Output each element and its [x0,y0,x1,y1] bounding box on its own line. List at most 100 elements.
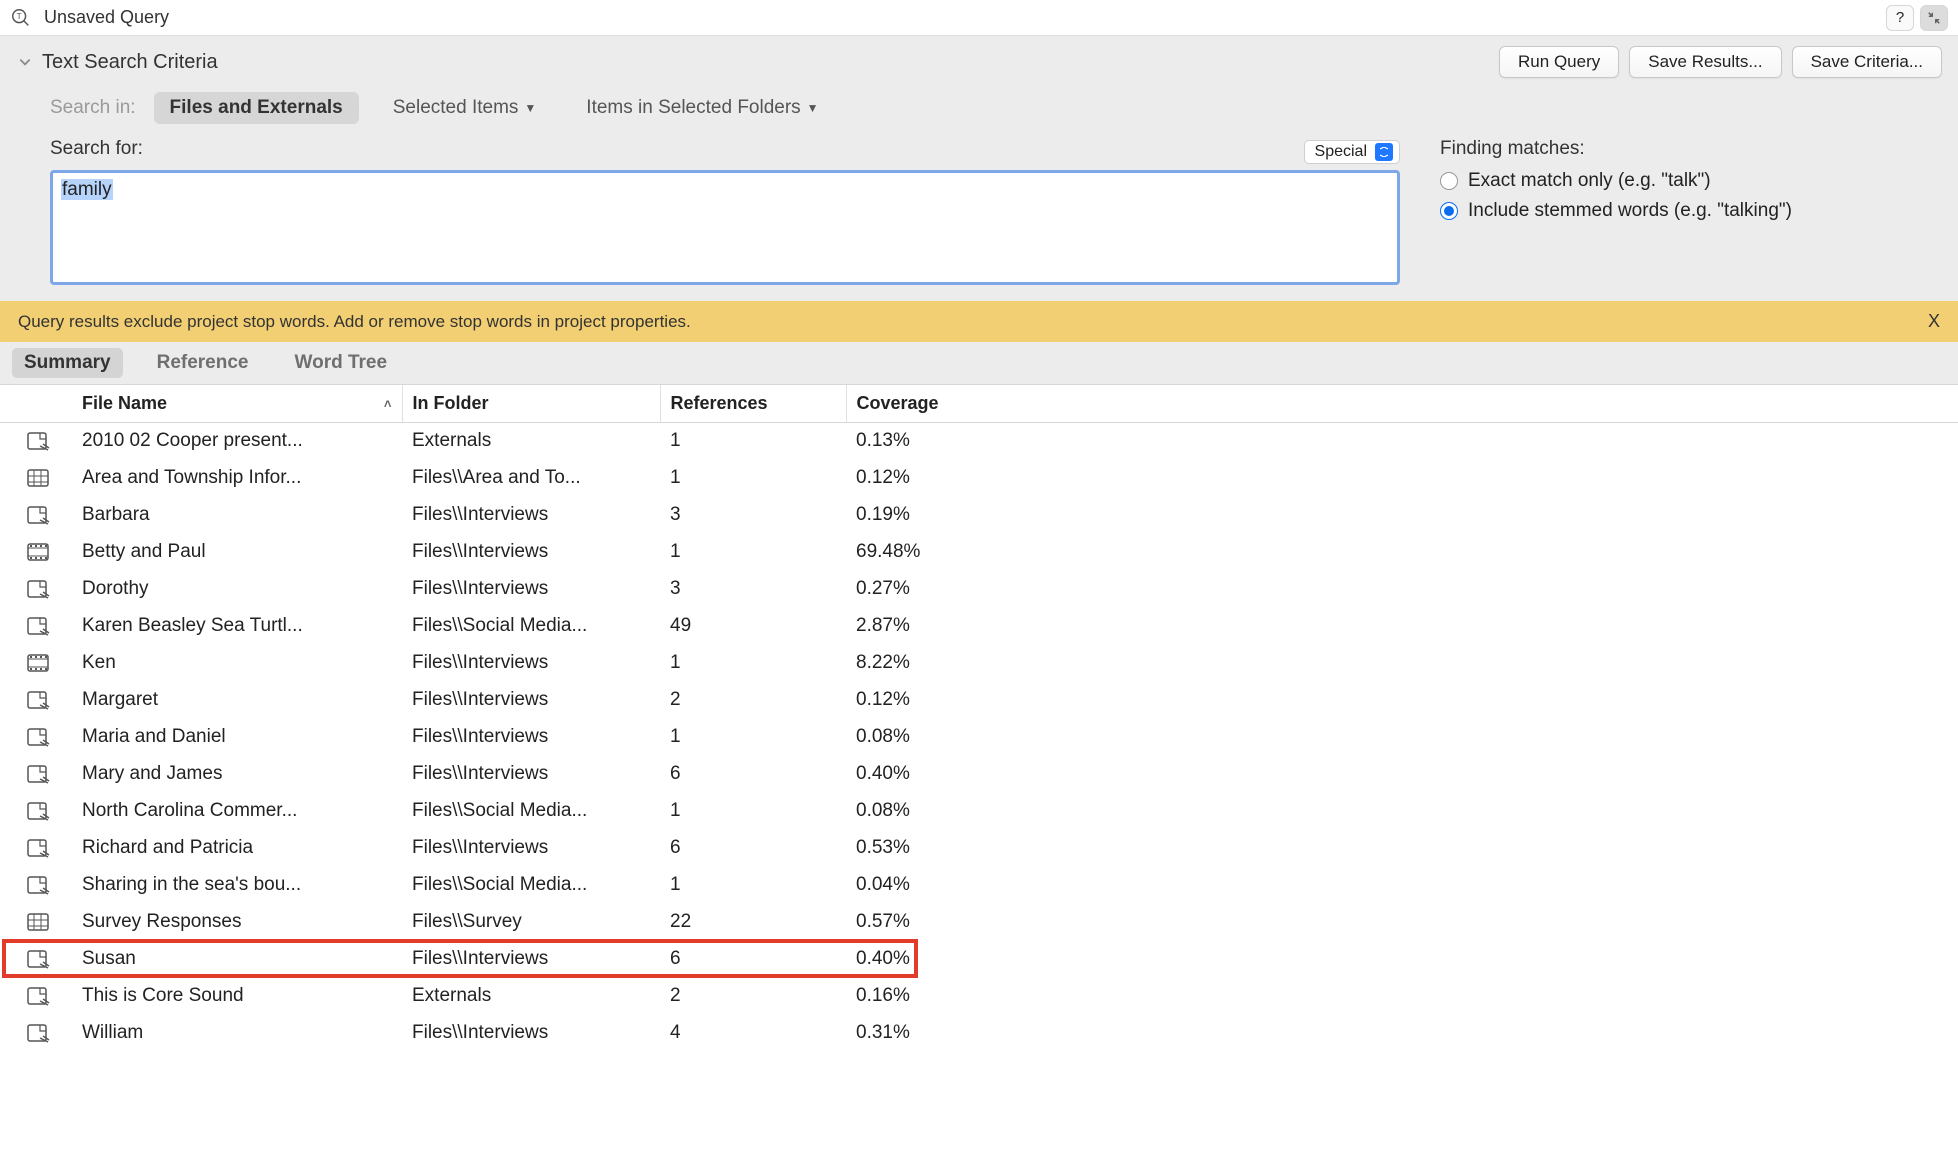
row-in-folder: Files\\Social Media... [402,793,660,830]
column-in-folder[interactable]: In Folder [402,385,660,423]
row-file-name: Margaret [72,682,402,719]
table-row[interactable]: This is Core SoundExternals20.16% [0,978,1958,1015]
row-icon [0,904,72,941]
row-in-folder: Files\\Interviews [402,497,660,534]
table-row[interactable]: Area and Township Infor...Files\\Area an… [0,460,1958,497]
row-coverage: 0.40% [846,756,1958,793]
row-icon [0,571,72,608]
scope-items-in-folders-label: Items in Selected Folders [586,97,800,119]
dropdown-icon [1375,143,1393,161]
scope-selected-items-label: Selected Items [393,97,519,119]
row-icon [0,423,72,460]
criteria-title: Text Search Criteria [42,51,218,74]
row-references: 6 [660,830,846,867]
row-in-folder: Files\\Social Media... [402,608,660,645]
row-coverage: 0.08% [846,793,1958,830]
column-file-name[interactable]: File Name ˄ [72,385,402,423]
row-references: 1 [660,534,846,571]
row-file-name: Ken [72,645,402,682]
row-references: 6 [660,756,846,793]
row-coverage: 0.08% [846,719,1958,756]
table-row[interactable]: MargaretFiles\\Interviews20.12% [0,682,1958,719]
radio-stemmed[interactable]: Include stemmed words (e.g. "talking") [1440,200,1792,222]
row-references: 49 [660,608,846,645]
row-coverage: 0.04% [846,867,1958,904]
table-row[interactable]: BarbaraFiles\\Interviews30.19% [0,497,1958,534]
svg-text:T: T [17,11,22,20]
row-file-name: Barbara [72,497,402,534]
table-row[interactable]: Karen Beasley Sea Turtl...Files\\Social … [0,608,1958,645]
row-references: 3 [660,571,846,608]
close-icon[interactable]: X [1928,311,1940,332]
row-coverage: 0.31% [846,1015,1958,1052]
special-dropdown[interactable]: Special [1304,140,1400,164]
scope-selected-items[interactable]: Selected Items ▼ [377,92,553,124]
dropdown-icon: ▼ [807,101,819,115]
row-icon [0,830,72,867]
scope-items-in-folders[interactable]: Items in Selected Folders ▼ [570,92,834,124]
row-coverage: 0.40% [846,941,1958,978]
tab-reference[interactable]: Reference [145,348,261,378]
table-row[interactable]: North Carolina Commer...Files\\Social Me… [0,793,1958,830]
row-icon [0,867,72,904]
search-for-input[interactable]: family [50,170,1400,285]
save-criteria-button[interactable]: Save Criteria... [1792,46,1942,78]
row-file-name: Area and Township Infor... [72,460,402,497]
row-references: 3 [660,497,846,534]
criteria-panel: Text Search Criteria Run Query Save Resu… [0,36,1958,301]
table-row[interactable]: DorothyFiles\\Interviews30.27% [0,571,1958,608]
row-references: 22 [660,904,846,941]
row-in-folder: Files\\Interviews [402,1015,660,1052]
table-row[interactable]: Survey ResponsesFiles\\Survey220.57% [0,904,1958,941]
row-file-name: Survey Responses [72,904,402,941]
row-coverage: 0.12% [846,682,1958,719]
row-file-name: Betty and Paul [72,534,402,571]
row-coverage: 0.13% [846,423,1958,460]
row-in-folder: Files\\Interviews [402,719,660,756]
finding-matches-title: Finding matches: [1440,138,1792,160]
row-icon [0,719,72,756]
column-coverage[interactable]: Coverage [846,385,1958,423]
table-row[interactable]: Mary and JamesFiles\\Interviews60.40% [0,756,1958,793]
row-icon [0,497,72,534]
radio-stemmed-label: Include stemmed words (e.g. "talking") [1468,200,1792,222]
save-results-button[interactable]: Save Results... [1629,46,1781,78]
table-row[interactable]: 2010 02 Cooper present...Externals10.13% [0,423,1958,460]
table-row[interactable]: KenFiles\\Interviews18.22% [0,645,1958,682]
column-icon[interactable] [0,385,72,423]
scope-files-externals[interactable]: Files and Externals [154,92,359,124]
query-title: Unsaved Query [44,7,169,28]
tab-summary[interactable]: Summary [12,348,123,378]
row-in-folder: Externals [402,423,660,460]
radio-icon [1440,202,1458,220]
row-references: 4 [660,1015,846,1052]
table-row[interactable]: Betty and PaulFiles\\Interviews169.48% [0,534,1958,571]
table-row[interactable]: WilliamFiles\\Interviews40.31% [0,1015,1958,1052]
row-in-folder: Files\\Interviews [402,682,660,719]
row-coverage: 8.22% [846,645,1958,682]
run-query-button[interactable]: Run Query [1499,46,1619,78]
row-references: 2 [660,978,846,1015]
column-references[interactable]: References [660,385,846,423]
chevron-down-icon[interactable] [16,53,34,71]
help-button[interactable]: ? [1886,5,1914,31]
table-row[interactable]: Sharing in the sea's bou...Files\\Social… [0,867,1958,904]
radio-exact-match[interactable]: Exact match only (e.g. "talk") [1440,170,1792,192]
row-references: 2 [660,682,846,719]
table-row[interactable]: SusanFiles\\Interviews60.40% [0,941,1958,978]
collapse-button[interactable] [1920,5,1948,31]
table-row[interactable]: Richard and PatriciaFiles\\Interviews60.… [0,830,1958,867]
titlebar: T Unsaved Query ? [0,0,1958,36]
banner-text: Query results exclude project stop words… [18,312,691,332]
tab-word-tree[interactable]: Word Tree [283,348,400,378]
table-row[interactable]: Maria and DanielFiles\\Interviews10.08% [0,719,1958,756]
row-icon [0,793,72,830]
row-in-folder: Files\\Social Media... [402,867,660,904]
row-references: 1 [660,460,846,497]
row-file-name: Dorothy [72,571,402,608]
result-tabs: Summary Reference Word Tree [0,342,1958,385]
row-file-name: Karen Beasley Sea Turtl... [72,608,402,645]
search-for-label: Search for: [50,138,143,160]
row-icon [0,756,72,793]
row-coverage: 0.53% [846,830,1958,867]
